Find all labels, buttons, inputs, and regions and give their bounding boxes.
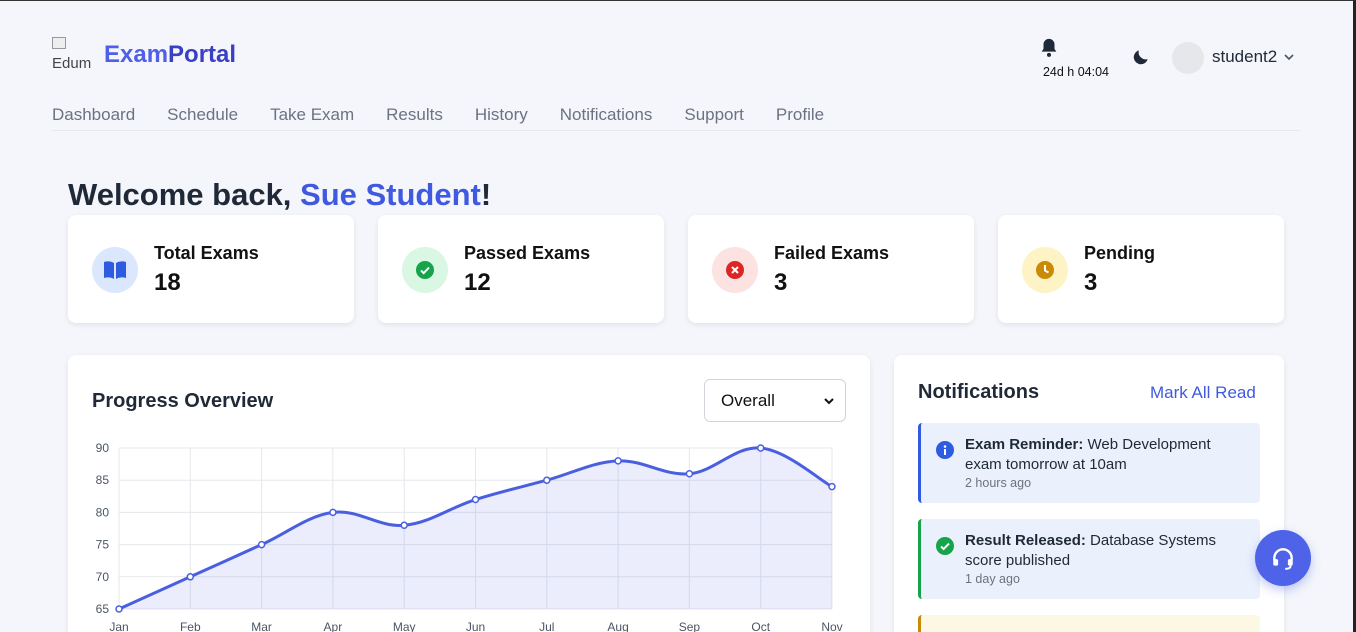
data-point — [257, 540, 266, 549]
stat-label: Pending — [1084, 243, 1155, 263]
username: student2 — [1212, 47, 1278, 66]
y-tick-label: 65 — [96, 602, 110, 616]
x-circle-icon — [712, 247, 758, 293]
bell-icon[interactable] — [1038, 37, 1060, 59]
page-title: Welcome back, Sue Student! — [68, 177, 492, 212]
user-menu[interactable]: student2 — [1212, 47, 1295, 67]
clock-icon — [1022, 247, 1068, 293]
nav-support[interactable]: Support — [684, 105, 744, 125]
nav-dashboard[interactable]: Dashboard — [52, 105, 135, 125]
x-tick-label: Mar — [251, 620, 272, 632]
nav-history[interactable]: History — [475, 105, 528, 125]
nav-divider — [52, 130, 1300, 131]
progress-title: Progress Overview — [92, 390, 274, 412]
data-point — [828, 482, 836, 491]
stat-card-total: Total Exams 18 — [68, 215, 354, 323]
x-tick-label: May — [393, 620, 416, 632]
notification-item[interactable]: Exam Reminder: Web Development exam tomo… — [918, 423, 1260, 503]
data-point — [186, 573, 195, 581]
stat-value: 3 — [1084, 269, 1098, 296]
x-tick-label: Jul — [539, 620, 554, 632]
nav-schedule[interactable]: Schedule — [167, 105, 238, 125]
info-icon — [936, 441, 954, 459]
brand-title[interactable]: ExamPortal — [104, 41, 236, 69]
data-point — [471, 495, 480, 504]
headset-icon — [1273, 548, 1293, 570]
stat-label: Failed Exams — [774, 243, 890, 263]
chevron-down-icon — [1284, 54, 1294, 61]
x-tick-label: Apr — [324, 620, 343, 632]
stat-card-failed: Failed Exams 3 — [688, 215, 974, 323]
notification-title: Result Released: — [965, 532, 1086, 549]
data-point — [614, 457, 622, 465]
chevron-down-icon — [824, 397, 834, 404]
y-tick-label: 75 — [96, 538, 110, 552]
notifications-title: Notifications — [918, 381, 1040, 403]
x-tick-label: Aug — [607, 620, 628, 632]
filter-value: Overall — [721, 390, 775, 410]
nav-results[interactable]: Results — [386, 105, 443, 125]
notification-item[interactable]: Result Released: Database Systems score … — [918, 519, 1260, 599]
x-tick-label: Jun — [466, 620, 485, 632]
logo-image: Edum — [52, 37, 92, 73]
stat-value: 18 — [154, 269, 181, 296]
progress-chart: 65 70 75 80 85 90 Jan Feb Mar Apr May Jun Jul Aug Sep O… — [96, 441, 843, 632]
data-point — [400, 521, 408, 530]
stat-value: 3 — [774, 269, 788, 296]
check-circle-icon — [402, 247, 448, 293]
notification-time: 2 hours ago — [965, 476, 1032, 490]
nav-take-exam[interactable]: Take Exam — [270, 105, 354, 125]
avatar[interactable] — [1172, 42, 1204, 74]
x-tick-label: Nov — [821, 620, 842, 632]
data-point — [329, 508, 337, 517]
nav-profile[interactable]: Profile — [776, 105, 824, 125]
y-tick-label: 80 — [96, 505, 110, 519]
x-tick-label: Jan — [109, 620, 128, 632]
data-point — [543, 476, 551, 484]
stat-label: Total Exams — [154, 243, 259, 263]
stat-card-passed: Passed Exams 12 — [378, 215, 664, 323]
notification-item-partial[interactable] — [918, 615, 1260, 632]
check-circle-icon — [936, 537, 954, 555]
y-tick-label: 90 — [96, 441, 110, 455]
progress-filter-select[interactable]: Overall — [704, 379, 846, 422]
support-button[interactable] — [1255, 530, 1311, 586]
moon-icon[interactable] — [1131, 47, 1153, 69]
x-tick-label: Oct — [751, 620, 770, 632]
main-nav: Dashboard Schedule Take Exam Results His… — [52, 105, 824, 125]
nav-notifications[interactable]: Notifications — [560, 105, 653, 125]
data-point — [685, 470, 694, 478]
notification-time: 1 day ago — [965, 572, 1020, 586]
x-tick-label: Feb — [180, 620, 201, 632]
mark-all-read-button[interactable]: Mark All Read — [1150, 383, 1256, 403]
y-tick-label: 85 — [96, 473, 110, 487]
countdown-timer: 24d h 04:04 — [1042, 65, 1110, 79]
y-tick-label: 70 — [96, 570, 110, 584]
data-point — [756, 444, 765, 452]
data-point — [115, 605, 123, 613]
stat-label: Passed Exams — [464, 243, 591, 263]
stat-card-pending: Pending 3 — [998, 215, 1284, 323]
stat-value: 12 — [464, 269, 491, 296]
notification-title: Exam Reminder: — [965, 436, 1084, 453]
x-tick-label: Sep — [679, 620, 701, 632]
book-icon — [92, 247, 138, 293]
